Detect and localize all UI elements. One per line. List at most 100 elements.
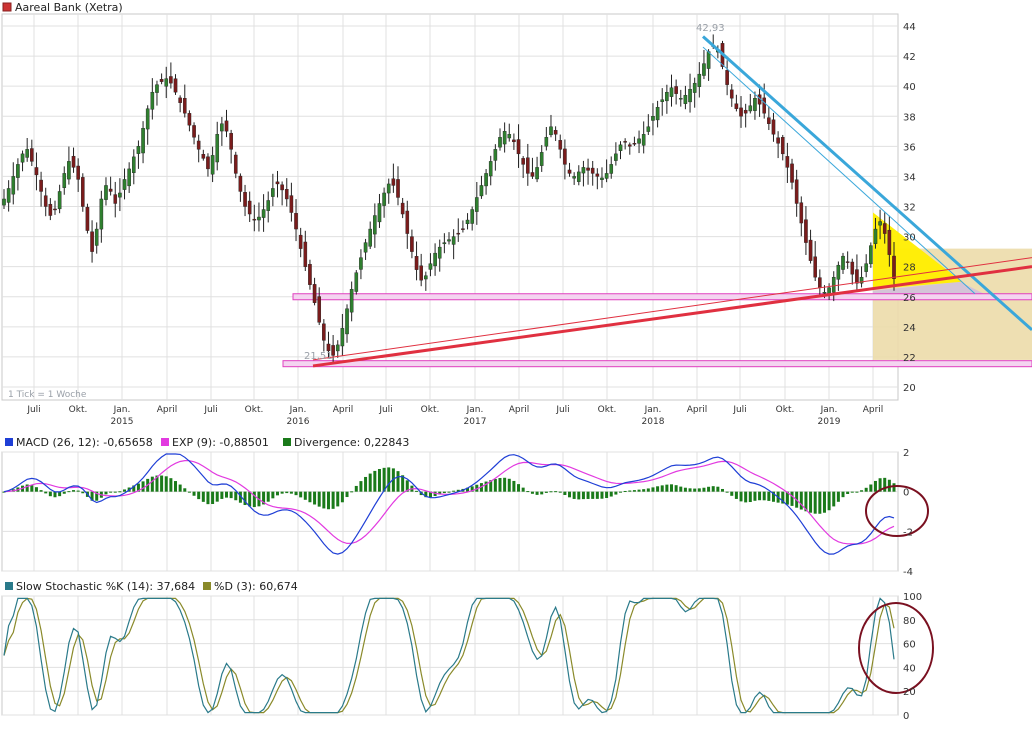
divergence-bar [201,491,205,502]
y-tick-label: 38 [903,112,916,123]
candle-body [567,169,572,174]
candle-body [544,137,549,147]
panel-frame-1 [1,451,899,572]
divergence-bar [308,491,312,503]
candle-body [808,239,813,261]
divergence-bar [563,491,567,496]
divergence-bar [827,491,831,511]
candle-body [618,144,623,151]
divergence-bar [767,491,771,501]
divergence-bar [521,487,525,492]
candle-body [655,107,660,121]
candle-body [437,246,442,259]
candle-body [150,91,155,110]
candle-body [771,119,776,135]
x-tick-label: Okt. [421,405,440,415]
divergence-bar [53,491,57,498]
divergence-bar [711,486,715,492]
divergence-bar [591,491,595,499]
candle-body [614,153,618,161]
candle-body [192,125,196,138]
stoch-y-label: 80 [903,616,916,627]
candle-body [377,203,382,223]
candle-body [289,195,294,213]
candle-body [67,161,71,180]
candle-body [303,241,308,267]
candle-body [11,176,16,195]
candle-body [396,179,400,198]
x-tick-label: Okt. [245,405,264,415]
candle-body [275,181,280,185]
candle-body [414,256,419,270]
divergence-bar [368,473,372,492]
divergence-legend-swatch [283,438,291,446]
divergence-bar [67,491,71,493]
divergence-bar [322,491,326,509]
candle-body [382,192,386,206]
divergence-bar [48,491,52,497]
divergence-bar [512,480,516,492]
candle-body [187,113,192,126]
divergence-bar [178,484,182,492]
candle-body [470,209,474,224]
divergence-bar [373,470,377,492]
candle-body [678,97,683,100]
macd-panel [2,453,929,555]
divergence-bar [340,491,344,503]
candle-body [767,117,771,124]
y-tick-label: 28 [903,263,916,274]
tick-note: 1 Tick = 1 Woche [8,390,87,400]
divergence-bar [822,491,826,513]
divergence-bar [313,491,317,505]
divergence-bar [595,491,599,499]
candle-body [233,154,238,174]
x-year-label: 2016 [287,417,310,427]
divergence-bar [623,490,627,492]
candle-body [641,134,646,146]
candle-body [882,223,887,234]
divergence-bar [141,481,145,492]
candle-body [196,140,201,150]
candle-body [729,89,734,99]
candle-body [813,256,817,278]
candle-body [674,86,678,94]
divergence-bar [285,491,289,494]
divergence-bar [873,480,877,492]
x-tick-label: Okt. [776,405,795,415]
candle-body [210,155,215,175]
divergence-bar [605,491,609,498]
divergence-bar [442,491,446,494]
candle-body [841,255,845,270]
x-tick-label: April [509,405,530,415]
candle-body [855,269,859,284]
high-annotation: 42,93 [696,23,725,34]
candle-body [243,192,247,207]
low-annotation: 21,51 [304,351,333,362]
x-tick-label: Juli [555,405,569,415]
y-tick-label: 34 [903,172,916,183]
divergence-bar [670,484,673,492]
divergence-bar [34,487,38,492]
candle-body [25,149,29,158]
divergence-bar [883,477,887,492]
candle-body [581,167,586,174]
divergence-bar [832,491,836,507]
divergence-bar [609,491,613,497]
candle-body [623,141,627,143]
candle-body [762,97,767,114]
divergence-bar [730,491,734,496]
y-tick-label: 24 [903,323,916,334]
divergence-bar [220,491,224,499]
stoch-k-legend: Slow Stochastic %K (14): 37,684 [16,580,195,593]
candle-body [326,343,331,352]
candle-body [57,191,62,210]
divergence-bar [734,491,738,499]
divergence-bar [354,485,358,492]
x-tick-label: April [863,405,884,415]
divergence-bar [744,491,748,503]
divergence-bar [187,491,191,493]
divergence-bar [303,491,307,500]
candle-body [220,123,224,132]
candle-body [340,328,345,347]
candle-body [62,173,67,188]
